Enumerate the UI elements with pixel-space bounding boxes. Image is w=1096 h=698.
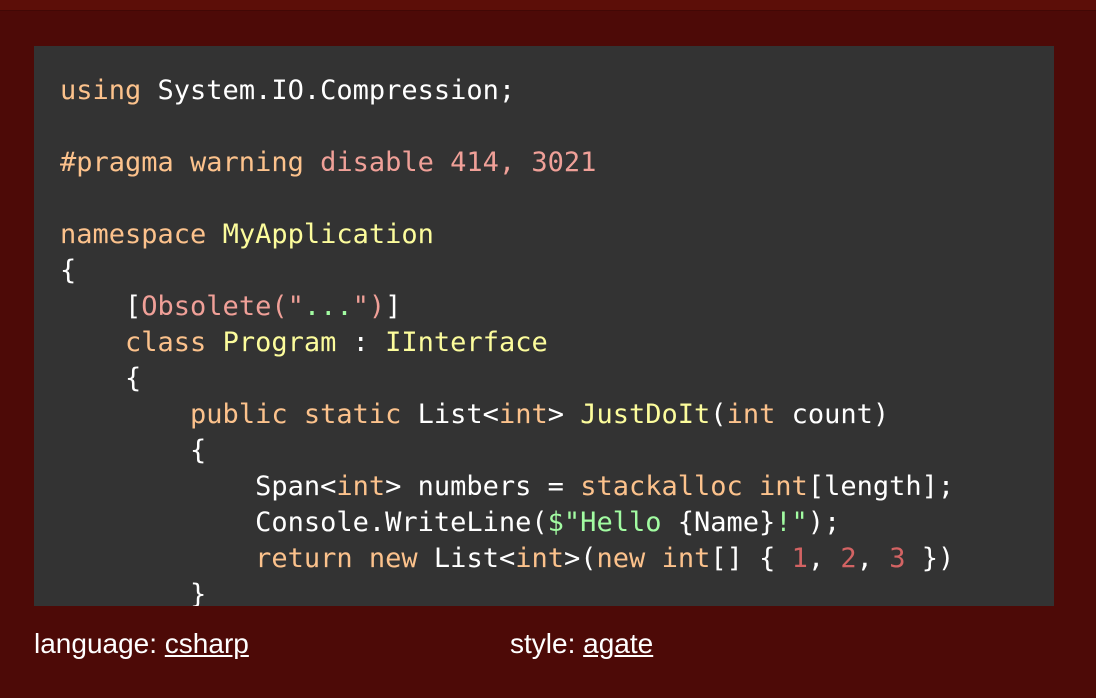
code-text-token: >( (564, 543, 597, 574)
code-string: ... (303, 291, 353, 322)
code-keyword: using (60, 75, 142, 106)
code-keyword: #pragma warning (60, 147, 304, 178)
code-keyword: int (515, 543, 564, 574)
style-link[interactable]: agate (583, 628, 653, 659)
code-keyword: namespace (60, 219, 207, 250)
code-text-token: Span< (60, 471, 337, 502)
code-text-token: count) (775, 399, 890, 430)
code-keyword: public (190, 399, 288, 430)
code-text-token: }) (905, 543, 955, 574)
code-keyword: return (255, 543, 353, 574)
code-line: #pragma warning disable 414, 3021 (60, 145, 1028, 181)
code-line: } (60, 577, 1028, 606)
code-text-token: { (60, 435, 207, 466)
code-text-token: } (60, 579, 207, 606)
code-text-token: : (336, 327, 386, 358)
code-string: $"Hello (547, 507, 678, 538)
code-text-token: ( (710, 399, 727, 430)
code-line: namespace MyApplication (60, 217, 1028, 253)
code-text-token: {Name} (677, 507, 776, 538)
code-title: MyApplication (222, 219, 434, 250)
code-text: using System.IO.Compression; #pragma war… (34, 46, 1054, 606)
code-text-token: { (60, 255, 77, 286)
code-keyword: int (498, 399, 548, 430)
code-text-token: Console.WriteLine( (60, 507, 548, 538)
code-number: 1 (791, 543, 808, 574)
code-title: Program (222, 327, 337, 358)
code-keyword: int (759, 471, 808, 502)
code-text-token: List< (417, 543, 516, 574)
code-keyword: static (303, 399, 402, 430)
code-meta: ") (352, 291, 386, 322)
code-line: Console.WriteLine($"Hello {Name}!"); (60, 505, 1028, 541)
code-line: class Program : IInterface (60, 325, 1028, 361)
code-keyword: int (661, 543, 711, 574)
code-text-token: List< (401, 399, 499, 430)
code-text-token: { (60, 363, 142, 394)
language-label: language: (34, 628, 165, 659)
code-text-token: System.IO.Compression; (141, 75, 516, 106)
code-line: { (60, 361, 1028, 397)
code-line: { (60, 253, 1028, 289)
code-keyword: int (336, 471, 386, 502)
code-meta: disable 414, 3021 (303, 147, 597, 178)
code-text-token: [ (60, 291, 142, 322)
style-info: style: agate (510, 628, 653, 660)
code-meta: Obsolete(" (141, 291, 304, 322)
code-keyword: stackalloc (580, 471, 743, 502)
code-keyword: class (125, 327, 207, 358)
code-text-token: [] { (710, 543, 792, 574)
code-block: using System.IO.Compression; #pragma war… (34, 46, 1054, 606)
code-text-token: ] (385, 291, 402, 322)
code-title: JustDoIt (580, 399, 711, 430)
code-keyword: int (726, 399, 776, 430)
code-text-token: ); (807, 507, 841, 538)
code-text-token: [length]; (807, 471, 955, 502)
code-line: [Obsolete("...")] (60, 289, 1028, 325)
code-line: Span<int> numbers = stackalloc int[lengt… (60, 469, 1028, 505)
code-line: public static List<int> JustDoIt(int cou… (60, 397, 1028, 433)
code-line: return new List<int>(new int[] { 1, 2, 3… (60, 541, 1028, 577)
language-link[interactable]: csharp (165, 628, 249, 659)
code-text-token: , (856, 543, 890, 574)
code-keyword: new (368, 543, 418, 574)
style-label: style: (510, 628, 584, 659)
code-line: using System.IO.Compression; (60, 73, 1028, 109)
code-keyword: new (596, 543, 646, 574)
code-number: 2 (840, 543, 857, 574)
code-text-token: , (807, 543, 841, 574)
code-number: 3 (889, 543, 906, 574)
code-string: !" (775, 507, 808, 538)
code-title: IInterface (385, 327, 548, 358)
top-strip (0, 0, 1096, 11)
code-text-token: > numbers = (385, 471, 581, 502)
code-line: { (60, 433, 1028, 469)
code-text-token: > (547, 399, 581, 430)
language-info: language: csharp (34, 628, 249, 660)
